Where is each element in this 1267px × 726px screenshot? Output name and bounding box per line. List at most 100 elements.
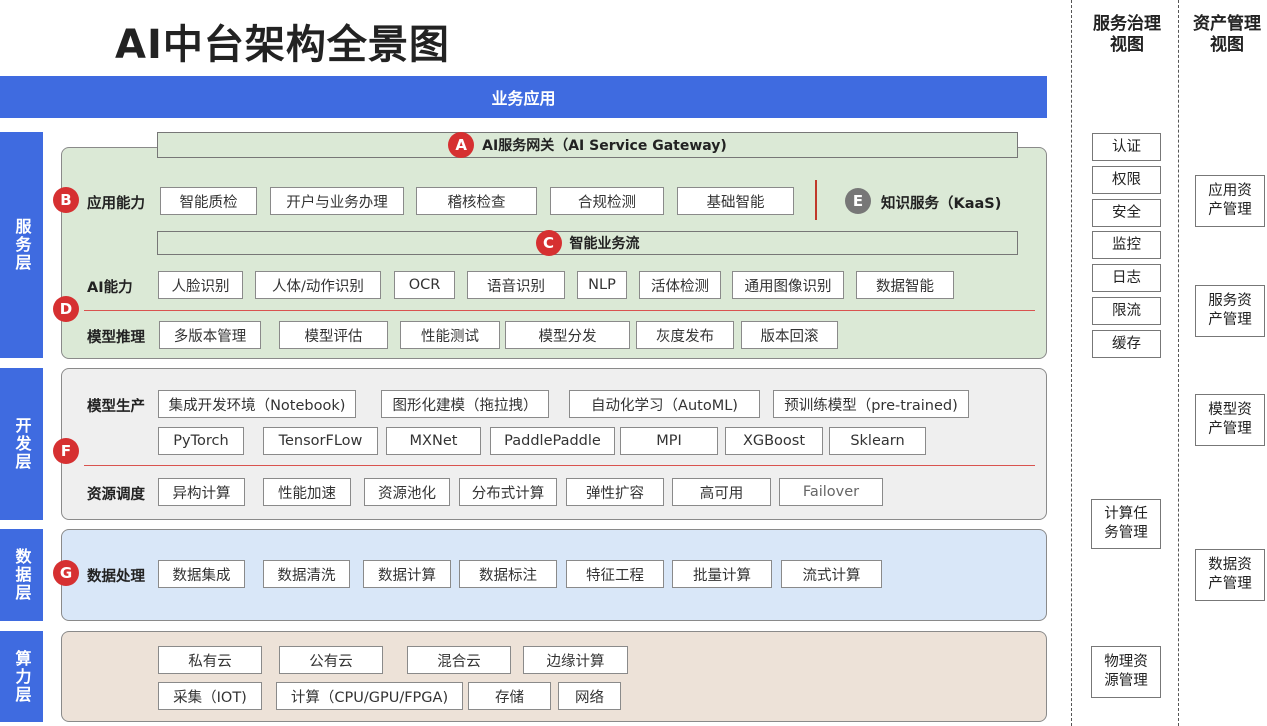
dashed-divider xyxy=(1178,0,1179,726)
app-ability-label: 应用能力 xyxy=(87,196,145,212)
divider-line xyxy=(815,180,817,220)
ai-ability-item: OCR xyxy=(394,271,455,299)
framework-item: PyTorch xyxy=(158,427,244,455)
app-ability-item: 智能质检 xyxy=(160,187,257,215)
asset-item: 数据资产管理 xyxy=(1195,549,1265,601)
compute-item: 采集（IOT) xyxy=(158,682,262,710)
model-prod-item: 自动化学习（AutoML) xyxy=(569,390,760,418)
separator-line xyxy=(84,465,1035,466)
scheduling-item: 异构计算 xyxy=(158,478,245,506)
governance-item: 缓存 xyxy=(1092,330,1161,358)
ai-ability-item: NLP xyxy=(577,271,627,299)
inference-item: 灰度发布 xyxy=(636,321,734,349)
data-item: 数据清洗 xyxy=(263,560,350,588)
model-inference-label: 模型推理 xyxy=(87,330,145,346)
inference-item: 版本回滚 xyxy=(741,321,838,349)
compute-item: 边缘计算 xyxy=(523,646,628,674)
ai-ability-item: 语音识别 xyxy=(467,271,565,299)
scheduling-item: 分布式计算 xyxy=(459,478,557,506)
governance-item: 权限 xyxy=(1092,166,1161,194)
service-layer-label: 服务层 xyxy=(0,132,43,358)
app-ability-item: 基础智能 xyxy=(677,187,794,215)
badge-e: E xyxy=(845,188,871,214)
ai-ability-item: 通用图像识别 xyxy=(732,271,844,299)
ai-ability-item: 数据智能 xyxy=(856,271,954,299)
business-application-bar: 业务应用 xyxy=(0,76,1047,118)
data-layer-text: 数据层 xyxy=(12,548,32,602)
asset-management-view-title: 资产管理视图 xyxy=(1193,14,1261,55)
compute-item: 计算（CPU/GPU/FPGA) xyxy=(276,682,463,710)
framework-item: Sklearn xyxy=(829,427,926,455)
inference-item: 模型分发 xyxy=(505,321,630,349)
compute-item: 存储 xyxy=(468,682,551,710)
ai-service-gateway: A AI服务网关（AI Service Gateway) xyxy=(157,132,1018,158)
compute-item: 混合云 xyxy=(407,646,511,674)
compute-task-management: 计算任务管理 xyxy=(1091,499,1161,549)
asset-item: 应用资产管理 xyxy=(1195,175,1265,227)
ai-ability-item: 活体检测 xyxy=(639,271,721,299)
ai-ability-item: 人体/动作识别 xyxy=(255,271,381,299)
badge-g: G xyxy=(53,560,79,586)
badge-d: D xyxy=(53,296,79,322)
dev-layer-text: 开发层 xyxy=(12,417,32,471)
gateway-label: AI服务网关（AI Service Gateway) xyxy=(482,138,727,154)
governance-item: 日志 xyxy=(1092,264,1161,292)
governance-item: 安全 xyxy=(1092,199,1161,227)
model-production-label: 模型生产 xyxy=(87,399,145,415)
scheduling-item: 弹性扩容 xyxy=(566,478,664,506)
page-title: AI中台架构全景图 xyxy=(115,22,450,68)
scheduling-item: Failover xyxy=(779,478,883,506)
framework-item: TensorFLow xyxy=(263,427,378,455)
compute-item: 网络 xyxy=(558,682,621,710)
badge-f: F xyxy=(53,438,79,464)
knowledge-service-label: 知识服务（KaaS) xyxy=(881,196,1002,212)
dev-layer-label: 开发层 xyxy=(0,368,43,520)
compute-item: 私有云 xyxy=(158,646,262,674)
model-prod-item: 预训练模型（pre-trained) xyxy=(773,390,969,418)
data-item: 流式计算 xyxy=(781,560,882,588)
data-item: 数据集成 xyxy=(158,560,245,588)
governance-item: 监控 xyxy=(1092,231,1161,259)
data-item: 数据标注 xyxy=(459,560,557,588)
resource-scheduling-label: 资源调度 xyxy=(87,487,145,503)
ai-ability-label: AI能力 xyxy=(87,280,133,296)
scheduling-item: 高可用 xyxy=(672,478,771,506)
governance-item: 认证 xyxy=(1092,133,1161,161)
asset-item: 服务资产管理 xyxy=(1195,285,1265,337)
badge-a: A xyxy=(448,132,475,158)
service-layer-text: 服务层 xyxy=(12,218,32,272)
flow-label: 智能业务流 xyxy=(569,236,640,252)
ai-ability-item: 人脸识别 xyxy=(158,271,243,299)
inference-item: 多版本管理 xyxy=(159,321,261,349)
physical-resource-management: 物理资源管理 xyxy=(1091,646,1161,698)
model-prod-item: 集成开发环境（Notebook) xyxy=(158,390,356,418)
compute-item: 公有云 xyxy=(279,646,383,674)
app-ability-item: 开户与业务办理 xyxy=(270,187,404,215)
framework-item: XGBoost xyxy=(725,427,823,455)
framework-item: MPI xyxy=(620,427,718,455)
separator-line xyxy=(84,310,1035,311)
framework-item: MXNet xyxy=(386,427,481,455)
smart-business-flow: C 智能业务流 xyxy=(157,230,1018,256)
data-item: 数据计算 xyxy=(363,560,451,588)
app-ability-item: 稽核检查 xyxy=(416,187,537,215)
asset-item: 模型资产管理 xyxy=(1195,394,1265,446)
framework-item: PaddlePaddle xyxy=(490,427,615,455)
scheduling-item: 性能加速 xyxy=(263,478,351,506)
compute-layer-label: 算力层 xyxy=(0,631,43,722)
inference-item: 模型评估 xyxy=(279,321,388,349)
data-processing-label: 数据处理 xyxy=(87,569,145,585)
app-ability-item: 合规检测 xyxy=(550,187,664,215)
scheduling-item: 资源池化 xyxy=(364,478,450,506)
data-layer-label: 数据层 xyxy=(0,529,43,621)
service-governance-view-title: 服务治理视图 xyxy=(1093,14,1161,55)
inference-item: 性能测试 xyxy=(400,321,500,349)
data-item: 批量计算 xyxy=(672,560,772,588)
data-item: 特征工程 xyxy=(566,560,664,588)
governance-item: 限流 xyxy=(1092,297,1161,325)
dashed-divider xyxy=(1071,0,1072,726)
model-prod-item: 图形化建模（拖拉拽） xyxy=(381,390,549,418)
compute-layer-text: 算力层 xyxy=(12,649,32,704)
badge-c: C xyxy=(535,230,562,256)
badge-b: B xyxy=(53,187,79,213)
